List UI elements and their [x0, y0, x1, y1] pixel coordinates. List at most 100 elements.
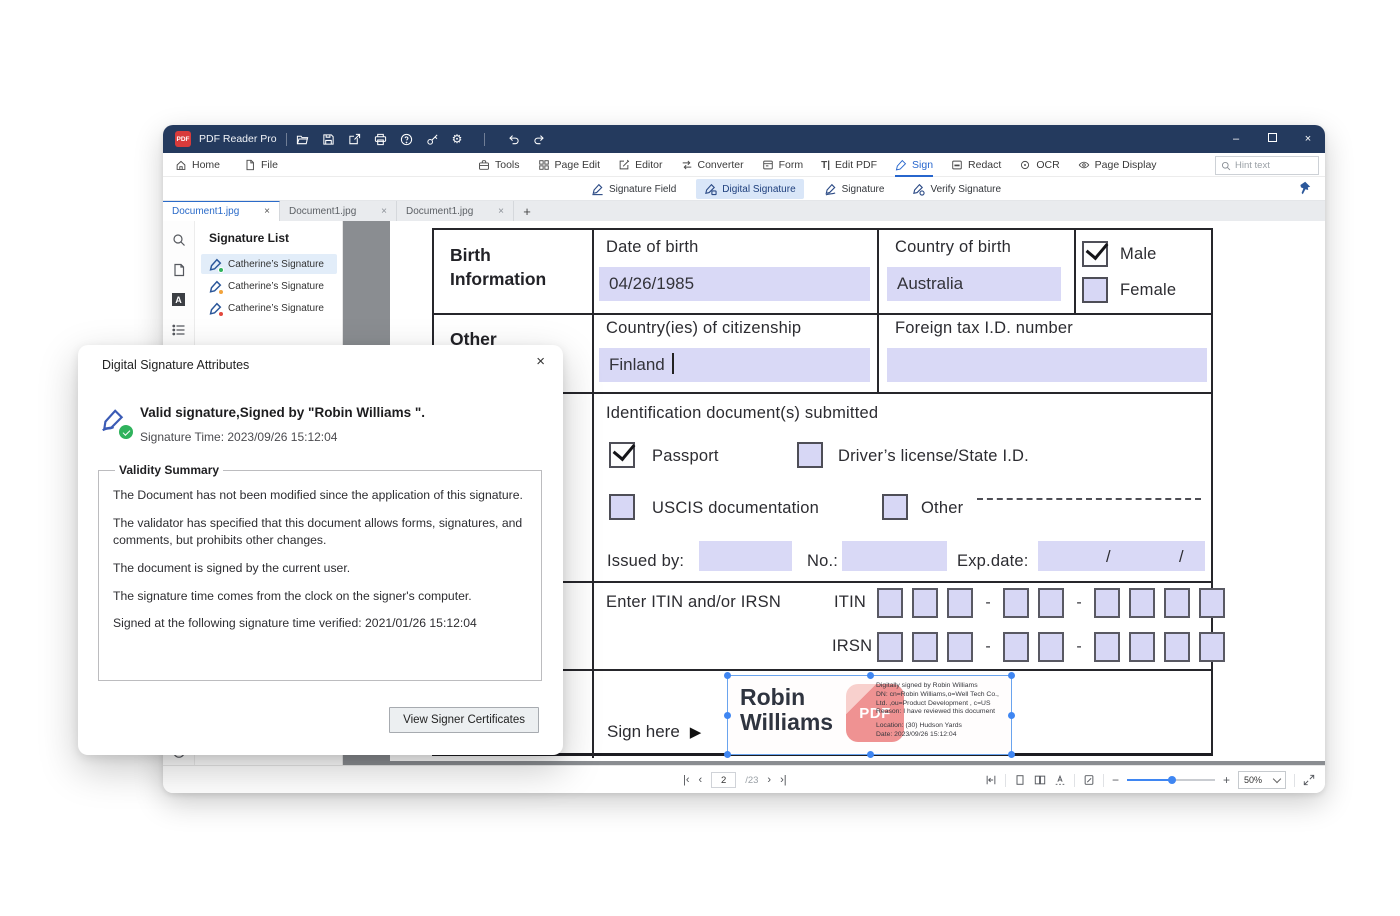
new-tab-button[interactable]: + — [514, 201, 540, 221]
annotation-panel-icon[interactable]: A — [172, 293, 186, 307]
close-button[interactable]: × — [1301, 133, 1315, 145]
resize-handle[interactable] — [867, 751, 874, 758]
hint-search-box[interactable] — [1215, 156, 1319, 175]
cob-field[interactable]: Australia — [887, 267, 1061, 301]
uscis-checkbox[interactable] — [609, 494, 635, 520]
page-edit-icon[interactable] — [1083, 774, 1095, 786]
tax-field[interactable] — [887, 348, 1207, 382]
digit-box[interactable] — [877, 588, 903, 618]
maximize-button[interactable] — [1265, 133, 1279, 145]
digit-box[interactable] — [912, 632, 938, 662]
tab-editor[interactable]: Editor — [618, 153, 662, 177]
outline-list-icon[interactable] — [172, 323, 186, 337]
signature-list-item[interactable]: Catherine’s Signature — [201, 276, 337, 296]
digit-box[interactable] — [947, 588, 973, 618]
open-folder-icon[interactable] — [296, 133, 309, 146]
digit-box[interactable] — [1199, 632, 1225, 662]
resize-handle[interactable] — [1008, 712, 1015, 719]
sign-tool-icon[interactable] — [426, 133, 439, 146]
search-icon[interactable] — [172, 233, 186, 247]
issued-by-field[interactable] — [699, 541, 792, 571]
tab-page-display[interactable]: Page Display — [1078, 153, 1157, 177]
menu-home[interactable]: Home — [175, 159, 220, 171]
next-page-button[interactable]: › — [767, 774, 771, 786]
print-icon[interactable] — [374, 133, 387, 146]
save-icon[interactable] — [322, 133, 335, 146]
prev-page-button[interactable]: ‹ — [699, 774, 703, 786]
share-icon[interactable] — [348, 133, 361, 146]
resize-handle[interactable] — [724, 751, 731, 758]
dob-field[interactable]: 04/26/1985 — [599, 267, 870, 301]
zoom-slider[interactable] — [1127, 774, 1215, 786]
doc-tab[interactable]: Document1.jpg× — [397, 201, 514, 221]
digit-box[interactable] — [877, 632, 903, 662]
view-signer-certificates-button[interactable]: View Signer Certificates — [389, 707, 539, 733]
digit-box[interactable] — [1003, 632, 1029, 662]
tab-tools[interactable]: Tools — [478, 153, 520, 177]
continuous-scroll-icon[interactable] — [1054, 774, 1066, 786]
verify-signature-button[interactable]: Verify Signature — [904, 179, 1009, 199]
citizenship-field[interactable]: Finland — [599, 348, 870, 382]
tab-redact[interactable]: Redact — [951, 153, 1001, 177]
digit-box[interactable] — [1038, 632, 1064, 662]
tab-sign[interactable]: Sign — [895, 153, 933, 177]
minimize-button[interactable]: – — [1229, 133, 1243, 145]
digit-box[interactable] — [1094, 588, 1120, 618]
zoom-out-button[interactable]: − — [1112, 773, 1119, 787]
digit-box[interactable] — [1129, 588, 1155, 618]
digital-signature-button[interactable]: Digital Signature — [696, 179, 803, 199]
digit-box[interactable] — [1199, 588, 1225, 618]
resize-handle[interactable] — [724, 672, 731, 679]
tab-page-edit[interactable]: Page Edit — [538, 153, 601, 177]
digit-box[interactable] — [1164, 632, 1190, 662]
search-input[interactable] — [1235, 160, 1315, 171]
help-icon[interactable] — [400, 133, 413, 146]
tab-close-icon[interactable]: × — [264, 206, 270, 217]
license-checkbox[interactable] — [797, 442, 823, 468]
signature-list-item[interactable]: Catherine’s Signature — [201, 254, 337, 274]
zoom-slider-thumb[interactable] — [1168, 776, 1176, 784]
female-checkbox[interactable] — [1082, 277, 1108, 303]
other-checkbox[interactable] — [882, 494, 908, 520]
undo-icon[interactable] — [507, 133, 520, 146]
tab-close-icon[interactable]: × — [381, 206, 387, 217]
single-page-icon[interactable] — [1014, 774, 1026, 786]
signature-field-button[interactable]: Signature Field — [583, 179, 684, 199]
tab-ocr[interactable]: OCR — [1019, 153, 1059, 177]
digit-box[interactable] — [912, 588, 938, 618]
zoom-in-button[interactable]: + — [1223, 773, 1230, 787]
digit-box[interactable] — [1094, 632, 1120, 662]
pin-icon[interactable] — [1297, 181, 1311, 200]
fullscreen-icon[interactable] — [1303, 774, 1315, 786]
tab-form[interactable]: Form — [762, 153, 804, 177]
signature-widget[interactable]: PDF Robin Williams Digitally signed by R… — [727, 675, 1012, 755]
signature-button[interactable]: Signature — [816, 179, 893, 199]
settings-gear-icon[interactable]: ⚙ — [452, 133, 463, 146]
digit-box[interactable] — [1003, 588, 1029, 618]
resize-handle[interactable] — [867, 672, 874, 679]
resize-handle[interactable] — [724, 712, 731, 719]
signature-list-item[interactable]: Catherine’s Signature — [201, 298, 337, 318]
passport-checkbox[interactable] — [609, 442, 635, 468]
resize-handle[interactable] — [1008, 672, 1015, 679]
resize-handle[interactable] — [1008, 751, 1015, 758]
no-field[interactable] — [842, 541, 947, 571]
tab-edit-pdf[interactable]: T| Edit PDF — [821, 153, 877, 177]
first-page-button[interactable]: |‹ — [683, 774, 690, 786]
two-page-icon[interactable] — [1034, 774, 1046, 786]
fit-page-icon[interactable] — [985, 774, 997, 786]
digit-box[interactable] — [1038, 588, 1064, 618]
doc-tab[interactable]: Document1.jpg× — [280, 201, 397, 221]
zoom-level-select[interactable]: 50% — [1238, 771, 1286, 789]
digit-box[interactable] — [947, 632, 973, 662]
doc-tab[interactable]: Document1.jpg× — [163, 201, 280, 221]
redo-icon[interactable] — [533, 133, 546, 146]
tab-close-icon[interactable]: × — [498, 206, 504, 217]
digit-box[interactable] — [1129, 632, 1155, 662]
tab-converter[interactable]: Converter — [681, 153, 744, 177]
digit-box[interactable] — [1164, 588, 1190, 618]
page-number-input[interactable]: 2 — [711, 772, 736, 788]
last-page-button[interactable]: ›| — [780, 774, 787, 786]
thumbnails-icon[interactable] — [172, 263, 186, 277]
male-checkbox[interactable] — [1082, 241, 1108, 267]
